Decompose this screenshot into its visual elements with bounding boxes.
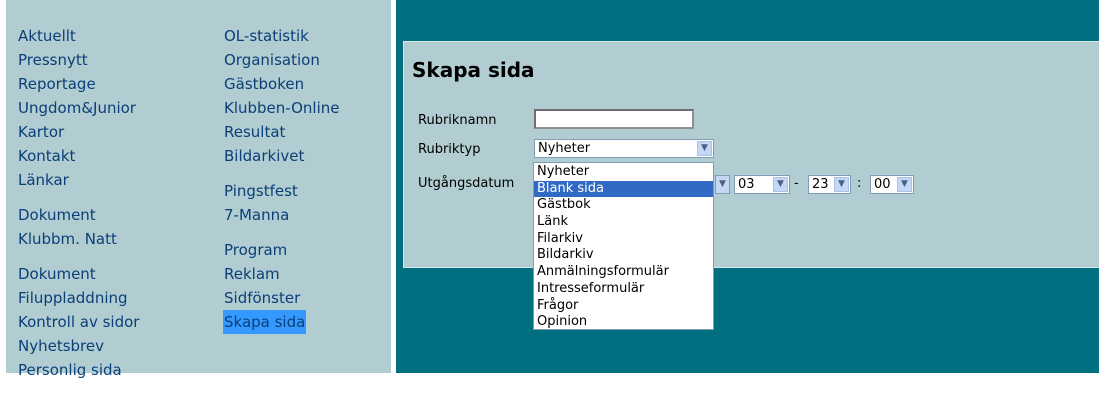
hour-select[interactable]: 23 ▼ [808,175,851,194]
nav-link-nyhetsbrev[interactable]: Nyhetsbrev [18,334,139,358]
utgangsdatum-label: Utgångsdatum [418,176,515,191]
dropdown-option[interactable]: Opinion [534,314,713,331]
dropdown-option[interactable]: Nyheter [534,164,713,181]
form-panel: Skapa sida Rubriknamn Rubriktyp Nyheter … [403,41,1099,268]
nav-column-1: Aktuellt Pressnytt Reportage Ungdom&Junior K… [18,24,139,393]
nav-group: Aktuellt Pressnytt Reportage Ungdom&Junior K… [18,24,139,192]
chevron-down-icon[interactable]: ▼ [897,177,912,192]
nav-link-7-manna[interactable]: 7-Manna [224,203,340,227]
nav-link-pressnytt[interactable]: Pressnytt [18,48,139,72]
dropdown-option[interactable]: Frågor [534,298,713,315]
nav-link-ol-statistik[interactable]: OL-statistik [224,24,340,48]
month-select[interactable]: 03 ▼ [734,175,790,194]
chevron-down-icon[interactable]: ▼ [697,141,712,156]
dropdown-option[interactable]: Anmälningsformulär [534,264,713,281]
nav-link-kartor[interactable]: Kartor [18,120,139,144]
nav-link-kontroll-av-sidor[interactable]: Kontroll av sidor [18,310,139,334]
dropdown-option[interactable]: Filarkiv [534,231,713,248]
nav-link-gästboken[interactable]: Gästboken [224,72,340,96]
rubriktyp-dropdown-list[interactable]: Nyheter Blank sida Gästbok Länk Filarkiv Bild… [533,162,714,330]
nav-link-organisation[interactable]: Organisation [224,48,340,72]
nav-link-resultat[interactable]: Resultat [224,120,340,144]
nav-link-program[interactable]: Program [224,238,340,262]
month-value: 03 [738,177,755,192]
date-separator: - [794,176,799,191]
nav-link-sidfönster[interactable]: Sidfönster [224,286,340,310]
rubriknamn-label: Rubriknamn [418,113,497,128]
dropdown-option[interactable]: Bildarkiv [534,247,713,264]
left-navigation: Aktuellt Pressnytt Reportage Ungdom&Junior K… [6,0,391,379]
nav-group: Program Reklam Sidfönster Skapa sida [223,238,340,334]
nav-link-länkar[interactable]: Länkar [18,168,139,192]
dropdown-option[interactable]: Blank sida [534,180,713,198]
nav-link-reportage[interactable]: Reportage [18,72,139,96]
chevron-down-icon[interactable]: ▼ [715,175,730,194]
nav-group: Dokument Klubbm. Natt [18,203,139,251]
hour-value: 23 [812,177,829,192]
dropdown-option[interactable]: Gästbok [534,197,713,214]
nav-group: OL-statistik Organisation Gästboken Klubben… [224,24,340,168]
nav-link-klubben-online[interactable]: Klubben-Online [224,96,340,120]
nav-link-kontakt[interactable]: Kontakt [18,144,139,168]
nav-group: Pingstfest 7-Manna [224,179,340,227]
nav-link-dokument[interactable]: Dokument [18,262,139,286]
nav-link-pingstfest[interactable]: Pingstfest [224,179,340,203]
rubriktyp-label: Rubriktyp [418,142,481,157]
content-area: Skapa sida Rubriknamn Rubriktyp Nyheter … [396,0,1099,373]
nav-link-klubbm-natt[interactable]: Klubbm. Natt [18,227,139,251]
minute-value: 00 [874,177,891,192]
rubriknamn-input[interactable] [534,109,694,129]
minute-select[interactable]: 00 ▼ [870,175,914,194]
nav-group: Dokument Filuppladdning Kontroll av sidor N… [18,262,139,382]
dropdown-option[interactable]: Intresseformulär [534,281,713,298]
page-title: Skapa sida [412,58,535,82]
dropdown-option[interactable]: Länk [534,214,713,231]
rubriktyp-select[interactable]: Nyheter ▼ [534,139,714,158]
nav-link-ungdom-junior[interactable]: Ungdom&Junior [18,96,139,120]
nav-link-bildarkivet[interactable]: Bildarkivet [224,144,340,168]
time-separator: : [857,176,862,191]
chevron-down-icon[interactable]: ▼ [773,177,788,192]
nav-link-skapa-sida[interactable]: Skapa sida [223,310,307,334]
nav-column-2: OL-statistik Organisation Gästboken Klubben… [223,24,340,345]
chevron-down-icon[interactable]: ▼ [834,177,849,192]
nav-link-personlig-sida[interactable]: Personlig sida [18,358,139,382]
nav-link-aktuellt[interactable]: Aktuellt [18,24,139,48]
nav-link-filuppladdning[interactable]: Filuppladdning [18,286,139,310]
nav-link-dokument[interactable]: Dokument [18,203,139,227]
rubriktyp-value: Nyheter [538,141,591,156]
nav-link-reklam[interactable]: Reklam [224,262,340,286]
